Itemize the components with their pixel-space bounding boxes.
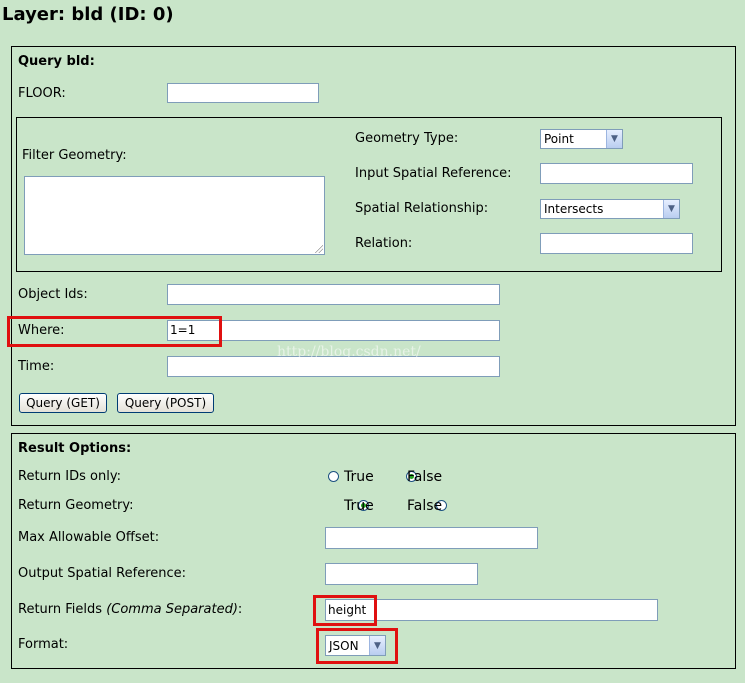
format-label: Format: xyxy=(18,637,69,652)
relation-label: Relation: xyxy=(355,236,413,251)
chevron-down-icon[interactable]: ▼ xyxy=(606,130,622,148)
floor-label: FLOOR: xyxy=(18,86,66,101)
query-heading: Query bld: xyxy=(18,54,95,69)
relation-input[interactable] xyxy=(540,233,693,254)
output-sr-input[interactable] xyxy=(325,563,478,585)
max-offset-label: Max Allowable Offset: xyxy=(18,530,160,545)
geometry-type-value: Point xyxy=(544,132,574,146)
ids-only-label: Return IDs only: xyxy=(18,469,121,484)
input-sr-input[interactable] xyxy=(540,163,693,184)
return-fields-text: Return Fields xyxy=(18,602,107,617)
page-title: Layer: bld (ID: 0) xyxy=(2,4,174,25)
chevron-down-icon[interactable]: ▼ xyxy=(663,200,679,218)
where-highlight xyxy=(7,316,222,347)
filter-geometry-label: Filter Geometry: xyxy=(22,148,127,163)
spatial-rel-label: Spatial Relationship: xyxy=(355,201,489,216)
return-fields-note: (Comma Separated) xyxy=(106,602,238,617)
ids-only-false-label: False xyxy=(407,469,443,485)
ids-only-true-radio[interactable] xyxy=(328,471,339,482)
geometry-type-select[interactable]: Point ▼ xyxy=(540,129,623,149)
query-get-button[interactable]: Query (GET) xyxy=(19,393,107,413)
return-fields-colon: : xyxy=(237,602,243,617)
object-ids-label: Object Ids: xyxy=(18,287,88,302)
format-highlight xyxy=(316,628,398,664)
input-sr-label: Input Spatial Reference: xyxy=(355,166,512,181)
query-post-button[interactable]: Query (POST) xyxy=(117,393,214,413)
return-geometry-label: Return Geometry: xyxy=(18,498,134,513)
watermark: http://blog.csdn.net/ xyxy=(277,344,421,360)
result-heading: Result Options: xyxy=(18,441,132,456)
spatial-rel-select[interactable]: Intersects ▼ xyxy=(540,199,680,219)
object-ids-input[interactable] xyxy=(167,284,500,305)
max-offset-input[interactable] xyxy=(325,527,538,549)
return-geometry-true-label: True xyxy=(344,498,374,514)
ids-only-true-label: True xyxy=(344,469,374,485)
return-fields-highlight xyxy=(313,595,377,626)
filter-geometry-textarea[interactable] xyxy=(24,176,325,255)
geometry-type-label: Geometry Type: xyxy=(355,131,459,146)
spatial-rel-value: Intersects xyxy=(544,202,604,216)
resize-grip-icon[interactable] xyxy=(315,245,323,253)
time-label: Time: xyxy=(18,359,55,374)
return-geometry-false-label: False xyxy=(407,498,443,514)
return-fields-label: Return Fields (Comma Separated): xyxy=(18,602,242,617)
output-sr-label: Output Spatial Reference: xyxy=(18,566,187,581)
floor-input[interactable] xyxy=(167,83,319,103)
